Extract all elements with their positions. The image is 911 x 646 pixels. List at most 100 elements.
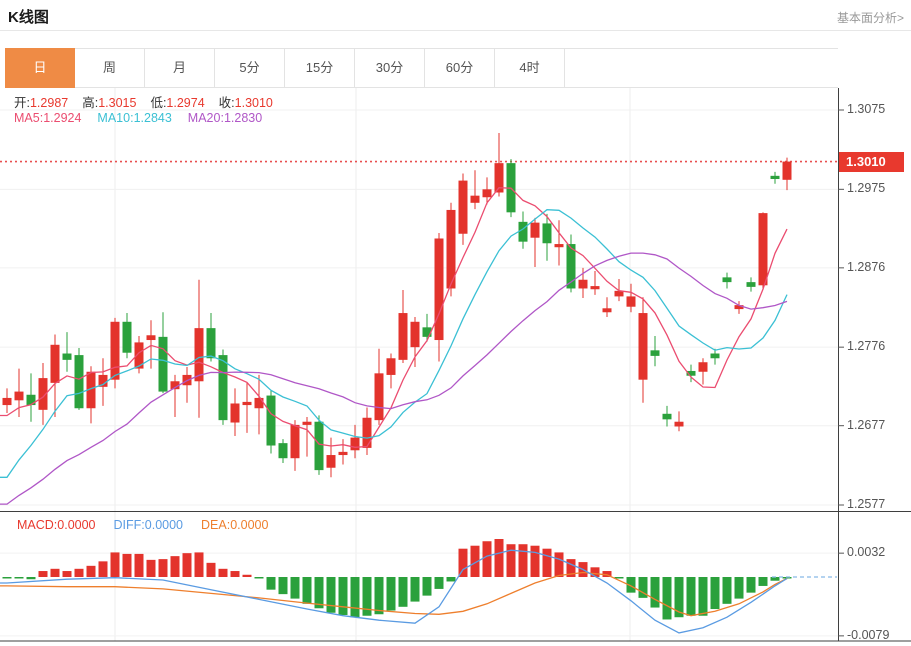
macd-axis-label: 0.0032 [847,545,885,559]
price-axis-label: 1.2876 [847,260,885,274]
macd-bar [279,577,288,594]
macd-legend: MACD:0.0000DIFF:0.0000DEA:0.0000 [17,518,286,532]
macd-bar [183,553,192,577]
macd-bar [735,577,744,599]
macd-bar [507,544,516,577]
legend-value: 0.0000 [230,518,268,532]
macd-bar [543,549,552,577]
candle-body [627,296,636,306]
legend-item: 收:1.3010 [219,96,273,110]
legend-label: 收: [219,96,235,110]
legend-item: DEA:0.0000 [201,518,268,532]
candle-body [279,443,288,458]
candle-body [747,282,756,287]
candle-body [579,280,588,289]
price-axis-label: 1.2975 [847,181,885,195]
macd-bar [135,554,144,577]
candle-body [315,422,324,470]
macd-bar [711,577,720,609]
candle-body [351,438,360,451]
legend-item: MACD:0.0000 [17,518,96,532]
candle-body [111,322,120,380]
candle-body [231,403,240,422]
current-price-value: 1.3010 [846,154,886,169]
price-axis-label: 1.2577 [847,497,885,511]
legend-value: 0.0000 [145,518,183,532]
candle-body [15,392,24,401]
macd-bar [531,546,540,577]
macd-bar [159,559,168,577]
macd-bar [723,577,732,604]
legend-value: 1.2843 [134,111,172,125]
macd-bar [399,577,408,607]
legend-value: 0.0000 [57,518,95,532]
candle-body [603,308,612,312]
candle-body [75,355,84,408]
legend-item: 高:1.3015 [82,96,136,110]
candle-body [255,398,264,408]
macd-bar [207,563,216,577]
legend-label: MA5: [14,111,43,125]
macd-axis-label: -0.0079 [847,628,889,642]
legend-item: MA5:1.2924 [14,111,81,125]
candle-body [591,286,600,289]
ohlc-legend: 开:1.2987高:1.3015低:1.2974收:1.3010 [14,92,287,111]
candle-body [363,418,372,448]
candle-body [195,328,204,381]
legend-label: MACD: [17,518,57,532]
candle-body [267,396,276,446]
macd-bar [387,577,396,611]
candle-body [291,425,300,458]
candle-body [783,162,792,180]
macd-bar [147,560,156,577]
macd-bar [759,577,768,586]
candle-body [51,345,60,383]
macd-bar [255,577,264,579]
macd-bar [483,541,492,577]
macd-bar [63,571,72,577]
legend-label: 低: [150,96,166,110]
macd-bar [435,577,444,589]
candle-body [723,277,732,282]
legend-label: 开: [14,96,30,110]
candle-body [459,181,468,234]
candle-body [471,196,480,203]
price-axis-label: 1.2776 [847,339,885,353]
macd-bar [123,554,132,577]
macd-bar [651,577,660,608]
legend-item: MA10:1.2843 [97,111,171,125]
macd-bar [423,577,432,596]
macd-bar [15,577,24,579]
candle-body [555,244,564,247]
kline-widget: K线图 基本面分析> 日周月5分15分30分60分4时 开:1.2987高:1.… [0,0,911,646]
candle-body [771,176,780,179]
candle-body [303,422,312,425]
legend-item: 低:1.2974 [150,96,204,110]
candle-body [519,222,528,242]
candle-body [27,395,36,405]
candle-body [543,223,552,243]
macd-bar [687,577,696,616]
macd-bar [303,577,312,604]
legend-value: 1.2830 [224,111,262,125]
macd-bar [291,577,300,599]
legend-value: 1.3015 [98,96,136,110]
macd-bar [375,577,384,614]
legend-label: DEA: [201,518,230,532]
macd-bar [327,577,336,613]
candle-body [375,373,384,420]
legend-value: 1.2974 [166,96,204,110]
candle-body [339,452,348,455]
macd-bar [231,571,240,577]
macd-bar [99,561,108,577]
macd-bar [243,575,252,577]
legend-item: DIFF:0.0000 [114,518,183,532]
current-price-tag: 1.3010 [839,152,904,172]
macd-bar [87,566,96,577]
macd-bar [75,569,84,577]
macd-bar [675,577,684,617]
macd-bar [699,577,708,616]
legend-value: 1.2924 [43,111,81,125]
candle-body [531,223,540,238]
macd-bar [171,556,180,577]
